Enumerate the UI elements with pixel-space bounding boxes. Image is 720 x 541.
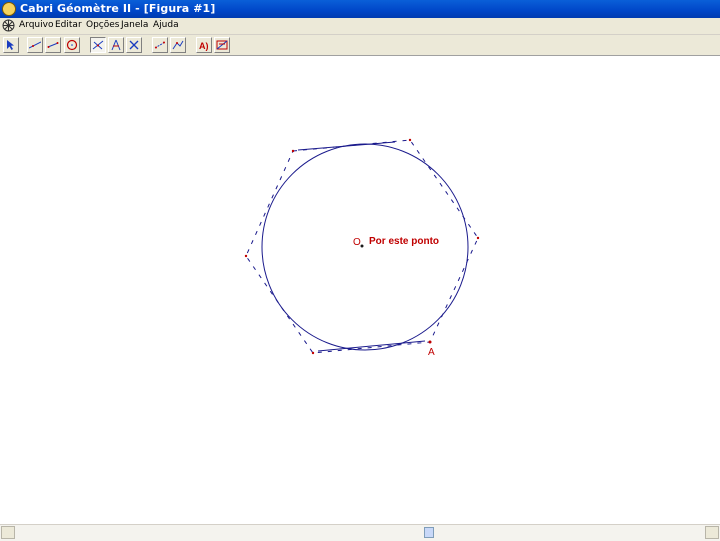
scroll-right-button[interactable] bbox=[705, 526, 719, 539]
display-tool-button[interactable] bbox=[214, 37, 230, 53]
vertex-point-3[interactable] bbox=[476, 236, 480, 240]
circle-icon bbox=[66, 39, 78, 51]
svg-text:A): A) bbox=[199, 41, 209, 51]
menu-opcoes[interactable]: Opções bbox=[86, 20, 119, 30]
line-icon bbox=[29, 41, 41, 49]
check-property-tool-button[interactable] bbox=[170, 37, 186, 53]
scroll-left-button[interactable] bbox=[1, 526, 15, 539]
text-label-tool-button[interactable]: A) bbox=[196, 37, 212, 53]
segment-icon bbox=[47, 42, 59, 48]
vertex-point-2[interactable] bbox=[408, 138, 412, 142]
pointer-tool-button[interactable] bbox=[3, 37, 19, 53]
perpendicular-icon bbox=[111, 39, 121, 51]
vertex-point-a[interactable] bbox=[428, 340, 432, 344]
vertex-point-1[interactable] bbox=[291, 149, 295, 153]
annotation-text: Por este ponto bbox=[369, 236, 439, 247]
menu-editar[interactable]: Editar bbox=[55, 20, 82, 30]
segment-tool-button[interactable] bbox=[45, 37, 61, 53]
scroll-thumb[interactable] bbox=[424, 527, 434, 538]
menu-bar: Arquivo Editar Opções Janela Ajuda bbox=[0, 18, 720, 35]
title-bar: Cabri Géomètre II - [Figura #1] bbox=[0, 0, 720, 18]
document-icon[interactable] bbox=[2, 19, 15, 32]
menu-arquivo[interactable]: Arquivo bbox=[19, 20, 53, 30]
toolbar: A) bbox=[0, 35, 720, 56]
perpendicular-tool-button[interactable] bbox=[108, 37, 124, 53]
transformation-icon bbox=[129, 40, 139, 50]
check-property-icon bbox=[172, 40, 184, 50]
pointer-icon bbox=[7, 40, 14, 50]
window-title: Cabri Géomètre II - [Figura #1] bbox=[20, 2, 216, 15]
vertex-point-6[interactable] bbox=[244, 254, 248, 258]
measure-icon bbox=[154, 41, 166, 49]
geometry-figure: O Por este ponto A bbox=[244, 138, 480, 358]
transformation-tool-button[interactable] bbox=[126, 37, 142, 53]
text-label-icon: A) bbox=[199, 41, 209, 51]
label-o: O bbox=[353, 237, 361, 248]
menu-ajuda[interactable]: Ajuda bbox=[153, 20, 179, 30]
line-tool-button[interactable] bbox=[27, 37, 43, 53]
circle-tool-button[interactable] bbox=[64, 37, 80, 53]
vertex-point-5[interactable] bbox=[311, 351, 315, 355]
label-a: A bbox=[428, 347, 435, 358]
display-icon bbox=[216, 40, 228, 50]
center-point-o[interactable] bbox=[360, 244, 364, 248]
point-on-object-icon bbox=[92, 40, 104, 50]
construction-circle bbox=[261, 143, 469, 351]
measure-tool-button[interactable] bbox=[152, 37, 168, 53]
horizontal-scrollbar[interactable] bbox=[0, 524, 720, 541]
drawing-canvas[interactable]: O Por este ponto A bbox=[0, 56, 720, 524]
cabri-app-icon bbox=[2, 2, 16, 16]
point-on-object-tool-button[interactable] bbox=[90, 37, 106, 53]
tangent-segment-top bbox=[297, 141, 396, 151]
menu-janela[interactable]: Janela bbox=[121, 20, 148, 30]
